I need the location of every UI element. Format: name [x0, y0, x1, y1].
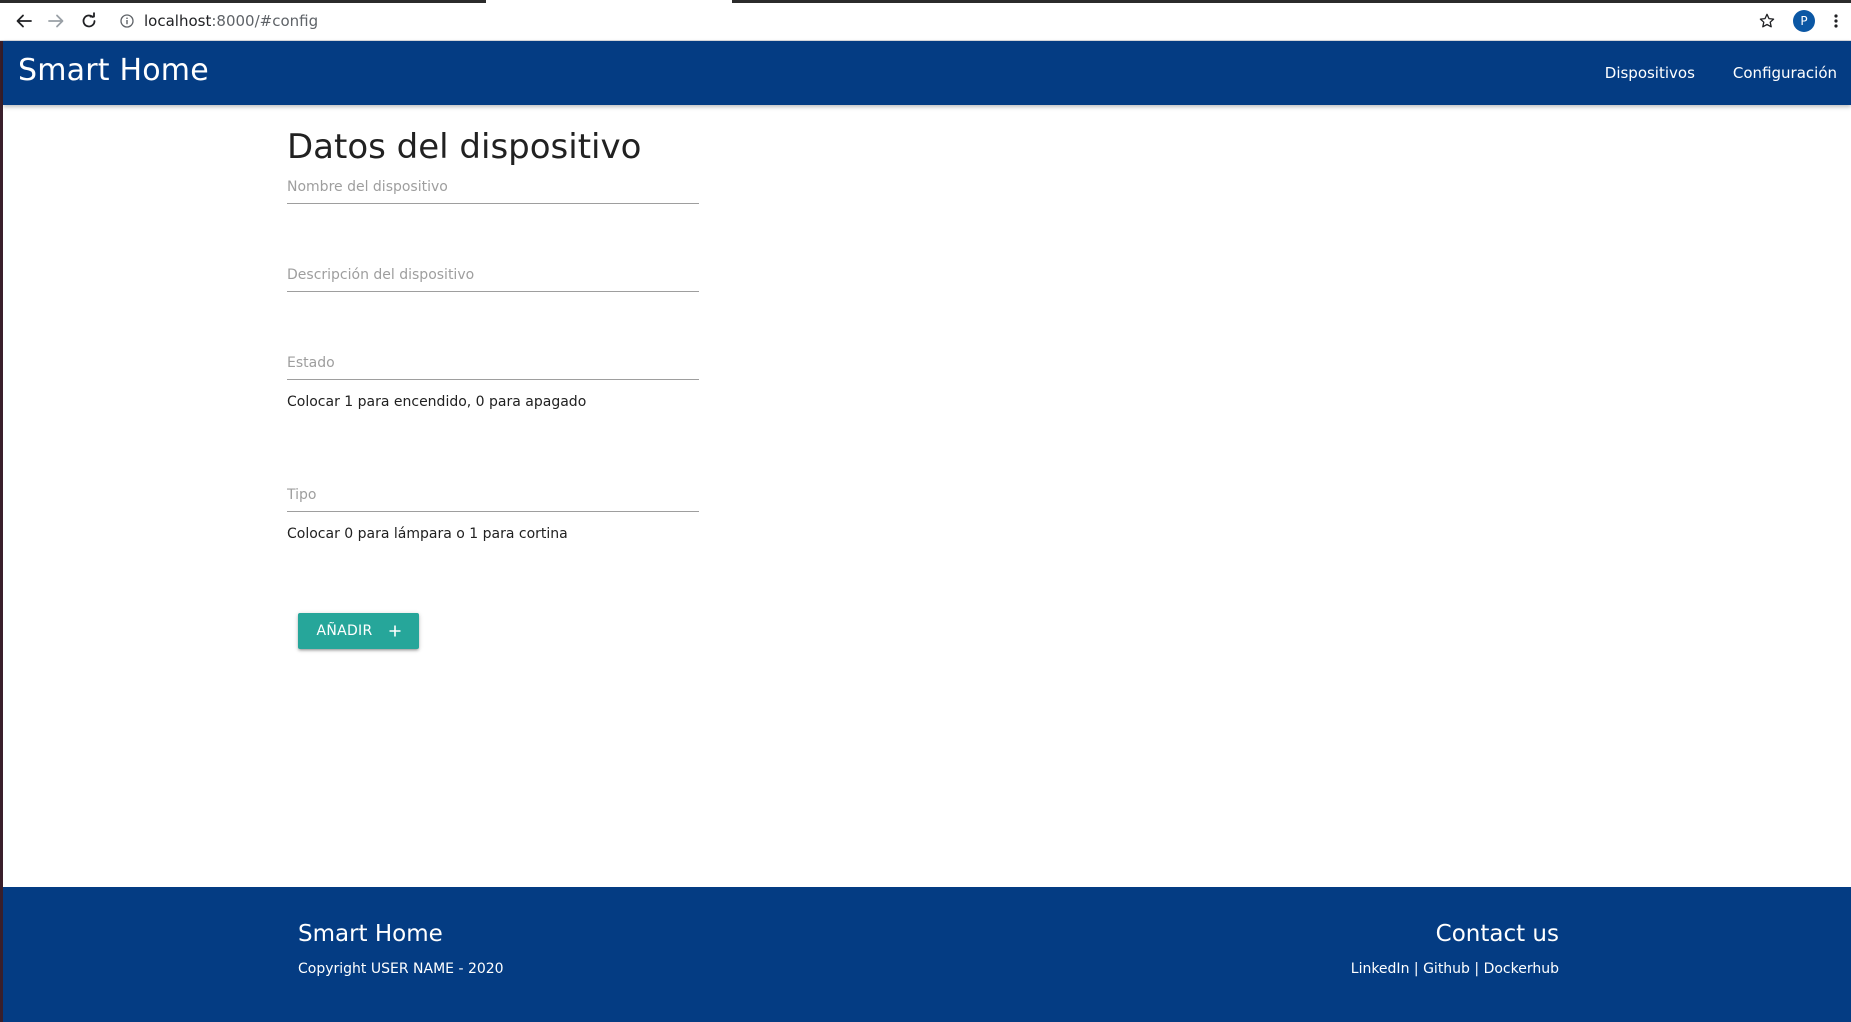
top-nav: Dispositivos Configuración	[1601, 41, 1841, 105]
tab-strip-edge	[0, 0, 1851, 3]
add-button-label: AÑADIR	[316, 623, 373, 639]
device-description-input[interactable]	[287, 252, 699, 291]
address-bar[interactable]: localhost:8000/#config	[120, 11, 318, 31]
arrow-left-icon	[16, 14, 32, 28]
browser-actions: P	[1759, 9, 1839, 33]
profile-avatar[interactable]: P	[1793, 10, 1815, 32]
footer-contact-title: Contact us	[1435, 921, 1559, 947]
device-type-field	[287, 472, 699, 512]
device-name-field	[287, 164, 699, 204]
footer-brand-block: Smart Home Copyright USER NAME - 2020	[298, 921, 504, 977]
more-vert-icon[interactable]	[1833, 13, 1839, 29]
url-host: localhost	[144, 12, 212, 30]
app-navbar: Smart Home Dispositivos Configuración	[3, 41, 1851, 105]
device-description-field	[287, 252, 699, 292]
arrow-right-icon	[48, 14, 64, 28]
state-helper-text: Colocar 1 para encendido, 0 para apagado	[287, 394, 587, 410]
url-path: :8000/#config	[211, 12, 319, 30]
footer-brand: Smart Home	[298, 921, 443, 947]
dockerhub-link[interactable]: Dockerhub	[1484, 961, 1559, 977]
add-device-button[interactable]: AÑADIR	[298, 613, 419, 649]
info-icon	[120, 14, 134, 28]
brand-logo[interactable]: Smart Home	[18, 53, 209, 88]
forward-button[interactable]	[44, 9, 68, 33]
page-title: Datos del dispositivo	[287, 127, 642, 167]
link-separator: |	[1474, 961, 1480, 977]
plus-icon	[389, 625, 401, 637]
device-state-input[interactable]	[287, 340, 699, 379]
linkedin-link[interactable]: LinkedIn	[1351, 961, 1410, 977]
nav-dispositivos[interactable]: Dispositivos	[1601, 64, 1699, 82]
device-type-input[interactable]	[287, 472, 699, 511]
window-frame	[0, 0, 3, 1022]
nav-configuracion[interactable]: Configuración	[1729, 64, 1841, 82]
page-footer: Smart Home Copyright USER NAME - 2020 Co…	[3, 887, 1851, 1022]
footer-links: LinkedIn | Github | Dockerhub	[1351, 961, 1559, 977]
github-link[interactable]: Github	[1423, 961, 1470, 977]
reload-button[interactable]	[77, 9, 101, 33]
active-tab-edge	[486, 0, 732, 3]
browser-toolbar: localhost:8000/#config P	[0, 0, 1851, 41]
footer-contact-block: Contact us LinkedIn | Github | Dockerhub	[1351, 921, 1559, 977]
url-text[interactable]: localhost:8000/#config	[144, 12, 318, 30]
star-icon[interactable]	[1759, 13, 1775, 29]
link-separator: |	[1413, 961, 1419, 977]
footer-copyright: Copyright USER NAME - 2020	[298, 961, 504, 977]
type-helper-text: Colocar 0 para lámpara o 1 para cortina	[287, 526, 568, 542]
back-button[interactable]	[12, 9, 36, 33]
reload-icon	[82, 12, 96, 28]
device-state-field	[287, 340, 699, 380]
device-name-input[interactable]	[287, 164, 699, 203]
